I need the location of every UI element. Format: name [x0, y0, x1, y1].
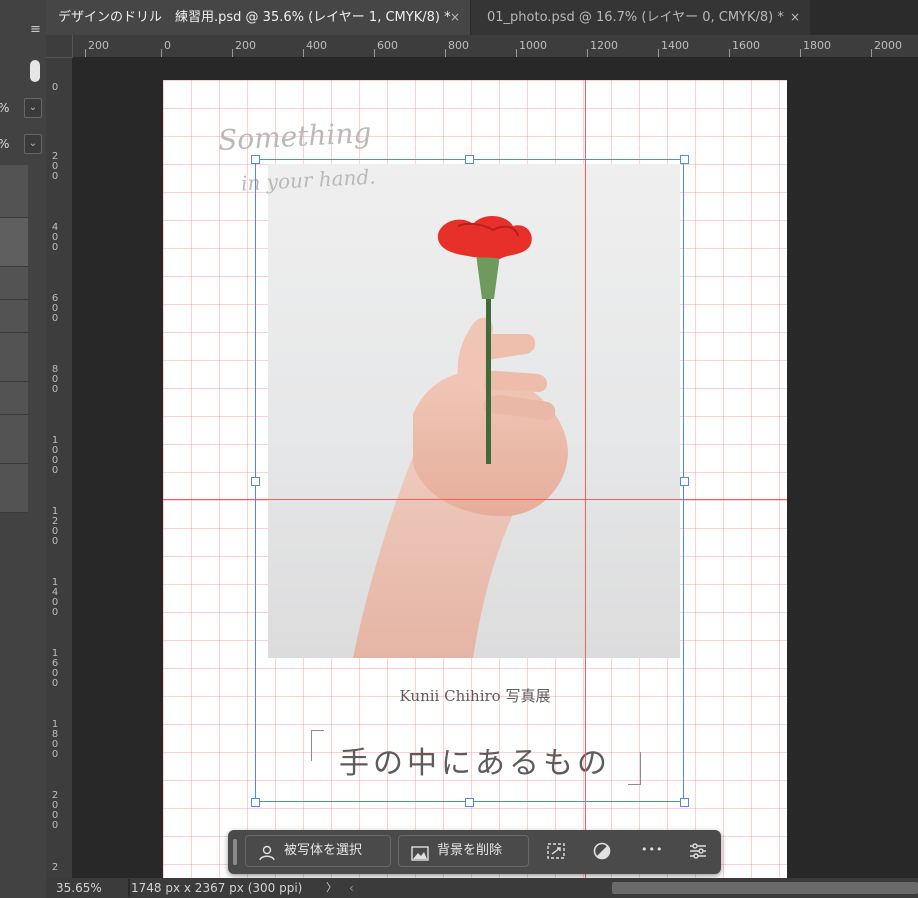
- ruler-tick: [85, 49, 86, 57]
- ruler-h-label: 2000: [874, 39, 902, 52]
- horizontal-ruler[interactable]: 200 0 200 400 600 800 1000 1200 1400 1600 1800 2000: [46, 35, 918, 58]
- layer-row[interactable]: [0, 267, 28, 300]
- transform-icon[interactable]: [546, 841, 566, 865]
- transform-bounding-box[interactable]: [255, 159, 684, 802]
- ruler-tick: [800, 49, 801, 57]
- layer-row[interactable]: [0, 165, 28, 218]
- ruler-tick: [445, 49, 446, 57]
- tab-label: デザインのドリル 練習用.psd @ 35.6% (レイヤー 1, CMYK/8…: [58, 10, 451, 25]
- transform-handle-b[interactable]: [465, 798, 474, 807]
- left-panel: ≡ % ⌄ % ⌄: [0, 0, 46, 898]
- select-subject-label: 被写体を選択: [284, 843, 363, 858]
- ruler-tick: [161, 49, 162, 57]
- status-divider: [128, 879, 130, 897]
- drag-handle[interactable]: [233, 839, 237, 865]
- transform-handle-t[interactable]: [465, 155, 474, 164]
- ruler-h-label: 1600: [732, 39, 760, 52]
- transform-handle-bl[interactable]: [251, 798, 260, 807]
- transform-handle-l[interactable]: [251, 477, 260, 486]
- ruler-h-label: 1800: [803, 39, 831, 52]
- ruler-v-label: 1000: [51, 435, 59, 476]
- ruler-tick: [729, 49, 730, 57]
- close-icon[interactable]: ×: [790, 0, 800, 35]
- script-something: Something: [217, 116, 373, 157]
- ruler-v-label: 600: [51, 293, 59, 324]
- more-icon[interactable]: •••: [641, 843, 663, 856]
- ruler-tick: [587, 49, 588, 57]
- contextual-task-bar: 被写体を選択 背景を削除 •••: [228, 830, 721, 874]
- transform-handle-r[interactable]: [680, 477, 689, 486]
- settings-sliders-icon[interactable]: [688, 841, 708, 865]
- transform-handle-br[interactable]: [680, 798, 689, 807]
- ruler-tick: [516, 49, 517, 57]
- person-select-icon: [258, 843, 276, 873]
- document-info: 1748 px x 2367 px (300 ppi): [131, 881, 303, 895]
- ruler-h-label: 0: [164, 39, 171, 52]
- ruler-h-label: 200: [88, 39, 109, 52]
- select-subject-button[interactable]: 被写体を選択: [245, 835, 391, 867]
- ruler-v-label: 1600: [51, 648, 59, 689]
- layer-row[interactable]: [0, 415, 28, 464]
- layer-row[interactable]: [0, 464, 28, 513]
- ruler-v-label: 800: [51, 364, 59, 395]
- transform-handle-tl[interactable]: [251, 155, 260, 164]
- opacity-percent: %: [0, 101, 9, 115]
- image-icon: [411, 843, 429, 873]
- ruler-tick: [871, 49, 872, 57]
- scroll-left-icon[interactable]: ‹: [349, 878, 354, 898]
- ruler-v-label: 1400: [51, 577, 59, 618]
- adjust-icon[interactable]: [592, 841, 612, 865]
- fill-percent: %: [0, 137, 9, 151]
- ruler-v-label: 2: [51, 862, 59, 873]
- opacity-dropdown[interactable]: ⌄: [24, 98, 42, 118]
- layer-row[interactable]: [0, 300, 28, 333]
- panel-menu-icon[interactable]: ≡: [30, 22, 41, 37]
- ruler-v-label: 400: [51, 222, 59, 253]
- ruler-v-label: 1200: [51, 506, 59, 547]
- ruler-tick: [658, 49, 659, 57]
- ruler-v-label: 200: [51, 151, 59, 182]
- ruler-tick: [303, 49, 304, 57]
- panel-toggle[interactable]: [30, 60, 40, 82]
- close-icon[interactable]: ×: [450, 0, 460, 35]
- status-menu-arrow-icon[interactable]: 〉: [326, 878, 337, 898]
- ruler-h-label: 400: [306, 39, 327, 52]
- ruler-h-label: 1400: [661, 39, 689, 52]
- zoom-level[interactable]: 35.65%: [56, 878, 102, 898]
- ruler-tick: [374, 49, 375, 57]
- ruler-corner: [46, 35, 73, 58]
- layer-row[interactable]: [0, 333, 28, 382]
- ruler-v-label: 2000: [51, 790, 59, 831]
- remove-background-button[interactable]: 背景を削除: [398, 835, 529, 867]
- tab-photo-psd[interactable]: 01_photo.psd @ 16.7% (レイヤー 0, CMYK/8) * …: [470, 0, 810, 35]
- vertical-ruler[interactable]: 0 200 400 600 800 1000 1200 1400 1600 1800 2000 2: [46, 57, 73, 878]
- ruler-v-label: 1800: [51, 719, 59, 760]
- tab-label: 01_photo.psd @ 16.7% (レイヤー 0, CMYK/8) *: [487, 10, 784, 25]
- transform-handle-tr[interactable]: [680, 155, 689, 164]
- ruler-tick: [232, 49, 233, 57]
- remove-background-label: 背景を削除: [437, 843, 503, 858]
- document-tabbar: デザインのドリル 練習用.psd @ 35.6% (レイヤー 1, CMYK/8…: [46, 0, 918, 35]
- ruler-h-label: 600: [377, 39, 398, 52]
- layer-row[interactable]: [0, 382, 28, 415]
- ruler-h-label: 1000: [519, 39, 547, 52]
- fill-dropdown[interactable]: ⌄: [24, 134, 42, 154]
- ruler-h-label: 200: [235, 39, 256, 52]
- horizontal-scrollbar-thumb[interactable]: [612, 882, 918, 894]
- ruler-h-label: 800: [448, 39, 469, 52]
- tab-practice-psd[interactable]: デザインのドリル 練習用.psd @ 35.6% (レイヤー 1, CMYK/8…: [46, 0, 470, 35]
- ruler-v-label: 0: [51, 82, 59, 93]
- ruler-h-label: 1200: [590, 39, 618, 52]
- layer-row[interactable]: [0, 218, 28, 267]
